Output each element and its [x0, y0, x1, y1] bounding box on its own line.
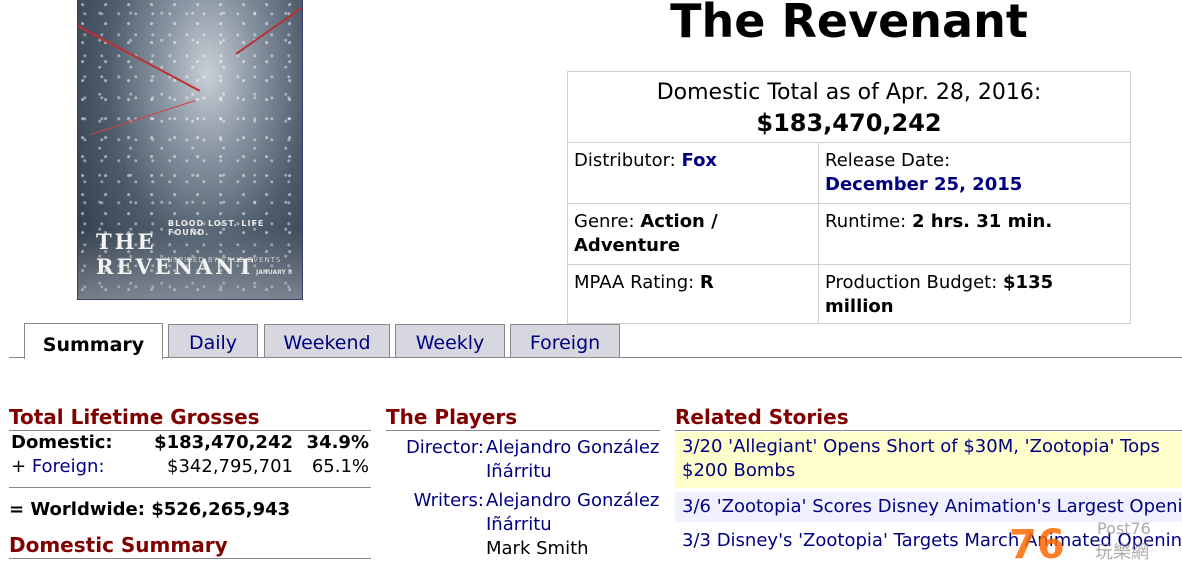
genre-cell: Genre: Action / Adventure — [567, 203, 819, 265]
foreign-gross-value: $342,795,701 — [167, 456, 293, 477]
watermark-number: 76 — [1009, 522, 1065, 566]
tab-weekend[interactable]: Weekend — [264, 324, 390, 357]
mpaa-value: R — [699, 272, 714, 293]
release-date-link[interactable]: December 25, 2015 — [825, 173, 1124, 197]
players-heading: The Players — [386, 405, 518, 429]
table-row: Domestic: $183,470,242 34.9% — [9, 431, 371, 455]
runtime-label: Runtime: — [825, 211, 907, 232]
section-divider — [9, 487, 371, 488]
worldwide-label: = Worldwide: — [9, 499, 145, 520]
distributor-label: Distributor: — [574, 150, 676, 171]
tab-daily[interactable]: Daily — [168, 324, 258, 357]
watermark-cjk: 玩樂網 — [1095, 542, 1149, 563]
page-title: The Revenant — [670, 0, 1028, 48]
tab-summary[interactable]: Summary — [24, 323, 163, 359]
writers-row: Writers: Alejandro González Iñárritu — [386, 489, 660, 537]
domestic-total-value: $183,470,242 — [756, 109, 942, 137]
budget-cell: Production Budget: $135 million — [818, 264, 1131, 324]
director-row: Director: Alejandro González Iñárritu — [386, 436, 660, 484]
story-link[interactable]: 3/20 'Allegiant' Opens Short of $30M, 'Z… — [675, 432, 1182, 488]
domestic-total-cell: Domestic Total as of Apr. 28, 2016: $183… — [567, 71, 1131, 143]
director-link[interactable]: Alejandro González Iñárritu — [486, 436, 660, 484]
table-row: + Foreign: $342,795,701 65.1% — [9, 455, 371, 479]
poster-date: JANUARY 8 — [256, 269, 293, 276]
tab-weekly[interactable]: Weekly — [395, 324, 505, 357]
domestic-gross-value: $183,470,242 — [154, 432, 293, 453]
section-divider — [386, 430, 660, 431]
foreign-prefix: + — [11, 456, 32, 477]
budget-label: Production Budget: — [825, 272, 998, 293]
foreign-link[interactable]: Foreign: — [32, 456, 105, 477]
domestic-summary-heading: Domestic Summary — [9, 533, 228, 557]
grosses-table: Domestic: $183,470,242 34.9% + Foreign: … — [9, 431, 371, 479]
watermark-text: Post76 — [1097, 519, 1151, 538]
release-date-label: Release Date: — [825, 150, 951, 171]
worldwide-value: $526,265,943 — [151, 499, 291, 520]
release-date-cell: Release Date: December 25, 2015 — [818, 142, 1131, 204]
lifetime-grosses-section: Total Lifetime Grosses Domestic: $183,47… — [9, 404, 371, 559]
domestic-total-label: Domestic Total as of Apr. 28, 2016: — [656, 80, 1042, 105]
mpaa-label: MPAA Rating: — [574, 272, 695, 293]
writer-name: Mark Smith — [486, 538, 589, 559]
director-label: Director: — [405, 437, 484, 458]
poster-subtitle: INSPIRED BY TRUE EVENTS — [164, 256, 282, 264]
foreign-gross-pct: 65.1% — [311, 456, 369, 477]
foreign-gross-label-cell: + Foreign: — [9, 455, 143, 479]
related-stories-heading: Related Stories — [675, 405, 849, 429]
writer-link[interactable]: Alejandro González Iñárritu — [486, 489, 660, 537]
genre-label: Genre: — [574, 211, 635, 232]
movie-poster[interactable]: BLOOD LOST. LIFE FOUND. THE REVENANT INS… — [77, 0, 303, 300]
worldwide-row: = Worldwide: $526,265,943 — [9, 498, 371, 522]
section-divider — [675, 430, 1182, 431]
site-watermark: 76 Post76 玩樂網 — [1007, 518, 1182, 568]
runtime-value: 2 hrs. 31 min. — [911, 211, 1053, 232]
watermark-logo-icon: 76 Post76 玩樂網 — [1009, 519, 1151, 568]
section-divider — [9, 558, 371, 559]
players-section: The Players Director: Alejandro González… — [386, 404, 660, 561]
mpaa-cell: MPAA Rating: R — [567, 264, 819, 324]
tab-foreign[interactable]: Foreign — [510, 324, 620, 357]
writers-label: Writers: — [413, 490, 484, 511]
distributor-cell: Distributor: Fox — [567, 142, 819, 204]
writers-label-spacer — [386, 537, 486, 561]
distributor-link[interactable]: Fox — [682, 150, 718, 171]
runtime-cell: Runtime: 2 hrs. 31 min. — [818, 203, 1131, 265]
movie-info-table: Domestic Total as of Apr. 28, 2016: $183… — [567, 71, 1131, 324]
writers-row-2: Mark Smith — [386, 537, 660, 561]
lifetime-grosses-heading: Total Lifetime Grosses — [9, 405, 260, 429]
domestic-gross-pct: 34.9% — [306, 432, 369, 453]
domestic-gross-label: Domestic: — [11, 432, 113, 453]
